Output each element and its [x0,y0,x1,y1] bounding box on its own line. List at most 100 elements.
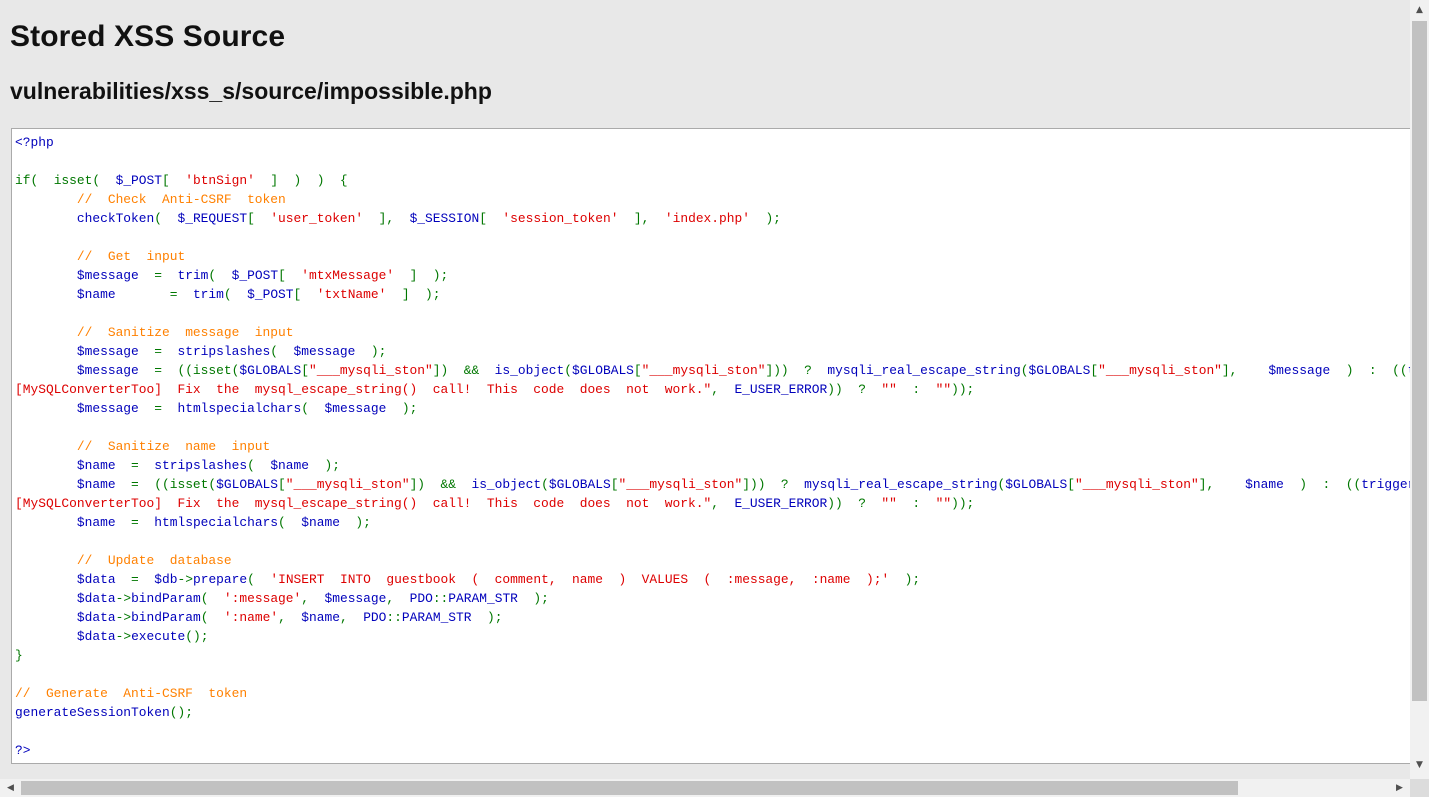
scrollbar-corner [1410,779,1429,797]
code-token: // Sanitize message input [76,325,294,340]
code-token: [ [293,287,317,302]
code-token: $data [76,610,116,625]
code-token: $name [270,458,325,473]
code-token: generateSessionToken [15,705,170,720]
code-line: generateSessionToken(); [15,703,1410,722]
code-token: ( [1020,363,1029,378]
code-token: ( [301,401,325,416]
code-token: trim [177,268,209,283]
code-token: -> [177,572,193,587]
code-token: 'mtxMessage' [301,268,395,283]
code-line: $message = stripslashes( $message ); [15,342,1410,361]
horizontal-scroll-thumb[interactable] [21,781,1238,795]
code-token: $name [301,610,340,625]
source-code: <?php if( isset( $_POST[ 'btnSign' ] ) )… [12,129,1410,763]
code-token: ); [324,458,340,473]
code-token: ])) ? [765,363,828,378]
code-token: )); [951,382,975,397]
code-token: "" [935,496,952,511]
code-token: -> [115,610,132,625]
code-token: $message [1268,363,1346,378]
code-token: mysqli_real_escape_string [804,477,998,492]
code-token: execute [131,629,186,644]
vertical-scroll-thumb[interactable] [1412,21,1427,701]
code-token: $data [76,572,132,587]
code-token: = ((isset( [131,477,217,492]
code-token: $GLOBALS [1005,477,1068,492]
code-token: $name [76,515,132,530]
horizontal-scrollbar[interactable]: ◀ ▶ [0,779,1410,797]
code-token: ':name' [223,610,279,625]
code-token: ], [618,211,665,226]
code-token: 'INSERT INTO guestbook ( comment, name )… [270,572,890,587]
code-token: $_POST [115,173,162,188]
code-token: PDO [409,591,433,606]
code-line: $message = trim( $_POST[ 'mtxMessage' ] … [15,266,1410,285]
code-token: ( [278,515,302,530]
code-token: bindParam [131,591,201,606]
code-token: ( [200,591,224,606]
code-token: [ [1090,363,1099,378]
code-token: "___mysqli_ston" [1098,363,1222,378]
code-token: trim [192,287,224,302]
scroll-right-arrow-icon[interactable]: ▶ [1391,779,1408,797]
code-line: $name = ((isset($GLOBALS["___mysqli_ston… [15,475,1410,494]
code-token: ], [1198,477,1246,492]
code-token: ( [223,287,248,302]
code-token: PDO [363,610,387,625]
scroll-left-arrow-icon[interactable]: ◀ [2,779,19,797]
code-token: <?php [15,135,54,150]
code-token: $_POST [231,268,279,283]
code-token: (); [169,705,193,720]
code-token: "" [881,382,897,397]
code-line: // Get input [15,247,1410,266]
code-token: "___mysqli_ston" [285,477,410,492]
code-token: stripslashes [154,458,248,473]
code-line: // Check Anti-CSRF token [15,190,1410,209]
code-line: // Sanitize message input [15,323,1410,342]
code-token: [ [278,268,302,283]
code-token: $name [76,477,132,492]
code-token: ( [564,363,573,378]
code-token: ])) ? [742,477,805,492]
code-line: $data->bindParam( ':name', $name, PDO::P… [15,608,1410,627]
code-line: $data = $db->prepare( 'INSERT INTO guest… [15,570,1410,589]
code-line: // Update database [15,551,1410,570]
code-token: // Sanitize name input [76,439,271,454]
code-token: [ [162,173,186,188]
scroll-up-arrow-icon[interactable]: ▲ [1410,2,1429,19]
code-line: <?php [15,133,1410,152]
code-token: = ((isset( [154,363,240,378]
code-token: )); [951,496,975,511]
vertical-scrollbar[interactable]: ▲ ▼ [1410,0,1429,779]
code-token: : [896,496,936,511]
code-token: 'session_token' [502,211,619,226]
code-token: ] ) ) { [254,173,348,188]
code-token: -> [115,591,132,606]
code-token: $GLOBALS [572,363,634,378]
code-token: $GLOBALS [216,477,279,492]
code-token: $name [76,458,132,473]
code-token: ( [208,268,232,283]
scroll-down-arrow-icon[interactable]: ▼ [1410,757,1429,774]
code-token: , [301,591,325,606]
code-token: $message [76,268,155,283]
code-token: ); [370,344,387,359]
code-token: "___mysqli_ston" [1074,477,1199,492]
code-token: htmlspecialchars [177,401,302,416]
code-token: } [15,648,23,663]
page-content: Stored XSS Source vulnerabilities/xss_s/… [0,0,1410,779]
code-token: ); [486,610,503,625]
source-file-path: vulnerabilities/xss_s/source/impossible.… [10,78,492,104]
code-token: = [154,401,178,416]
